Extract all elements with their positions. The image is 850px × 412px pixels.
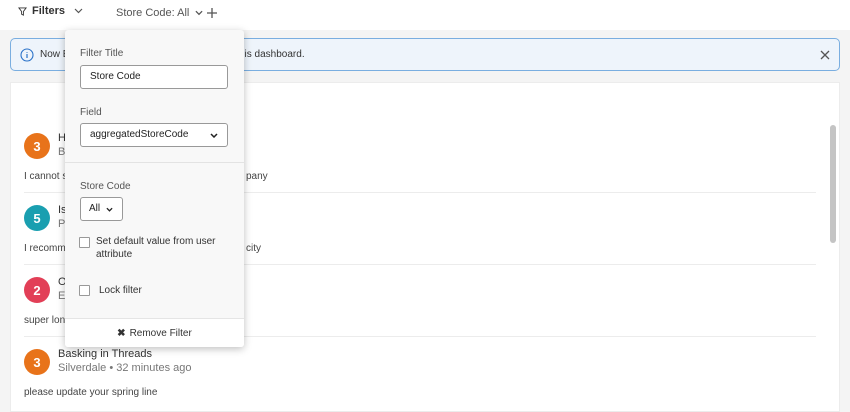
filter-title-label: Filter Title <box>80 48 124 59</box>
banner-text-end: his dashboard. <box>239 49 305 60</box>
scrollbar[interactable] <box>830 125 836 243</box>
review-body-end: pany <box>246 171 268 182</box>
review-subtitle: Silverdale • 32 minutes ago <box>58 362 192 374</box>
chip-label: Store Code: All <box>116 7 190 19</box>
review-title[interactable]: Basking in Threads <box>58 348 152 360</box>
chevron-down-icon <box>210 133 218 138</box>
default-attribute-label: Set default value from user attribute <box>96 236 216 260</box>
store-code-filter-chip[interactable]: Store Code: All <box>116 7 203 19</box>
info-icon <box>20 48 34 62</box>
filters-label: Filters <box>32 5 66 17</box>
score-avatar: 2 <box>24 277 50 303</box>
score-avatar: 3 <box>24 133 50 159</box>
field-select[interactable]: aggregatedStoreCode <box>80 123 228 147</box>
store-code-select[interactable]: All <box>80 197 123 221</box>
review-body: I cannot st <box>24 171 71 182</box>
lock-filter-checkbox[interactable] <box>79 285 90 296</box>
remove-filter-button[interactable]: ✖ Remove Filter <box>65 318 244 347</box>
review-body: super long <box>24 315 71 326</box>
chevron-down-icon <box>106 207 113 212</box>
score-avatar: 5 <box>24 205 50 231</box>
divider <box>65 162 244 163</box>
store-code-value: All <box>89 203 101 214</box>
chevron-down-icon <box>195 10 203 16</box>
store-code-label: Store Code <box>80 181 131 192</box>
remove-icon: ✖ <box>117 327 126 339</box>
remove-filter-label: Remove Filter <box>129 327 192 339</box>
default-attribute-checkbox[interactable] <box>79 237 90 248</box>
field-value: aggregatedStoreCode <box>90 129 189 140</box>
close-icon[interactable] <box>820 50 830 60</box>
chevron-down-icon[interactable] <box>74 8 83 14</box>
field-label: Field <box>80 107 102 118</box>
filter-icon <box>18 6 27 16</box>
add-filter-icon[interactable] <box>207 8 217 18</box>
filter-popover: Filter Title Store Code Field aggregated… <box>65 30 244 347</box>
filter-bar: Filters Store Code: All <box>0 0 850 30</box>
score-avatar: 3 <box>24 349 50 375</box>
review-body-end: city <box>246 243 261 254</box>
lock-filter-label: Lock filter <box>99 285 142 296</box>
filters-button[interactable]: Filters <box>18 5 65 17</box>
review-body: please update your spring line <box>24 387 158 398</box>
filter-title-input[interactable]: Store Code <box>80 65 228 89</box>
